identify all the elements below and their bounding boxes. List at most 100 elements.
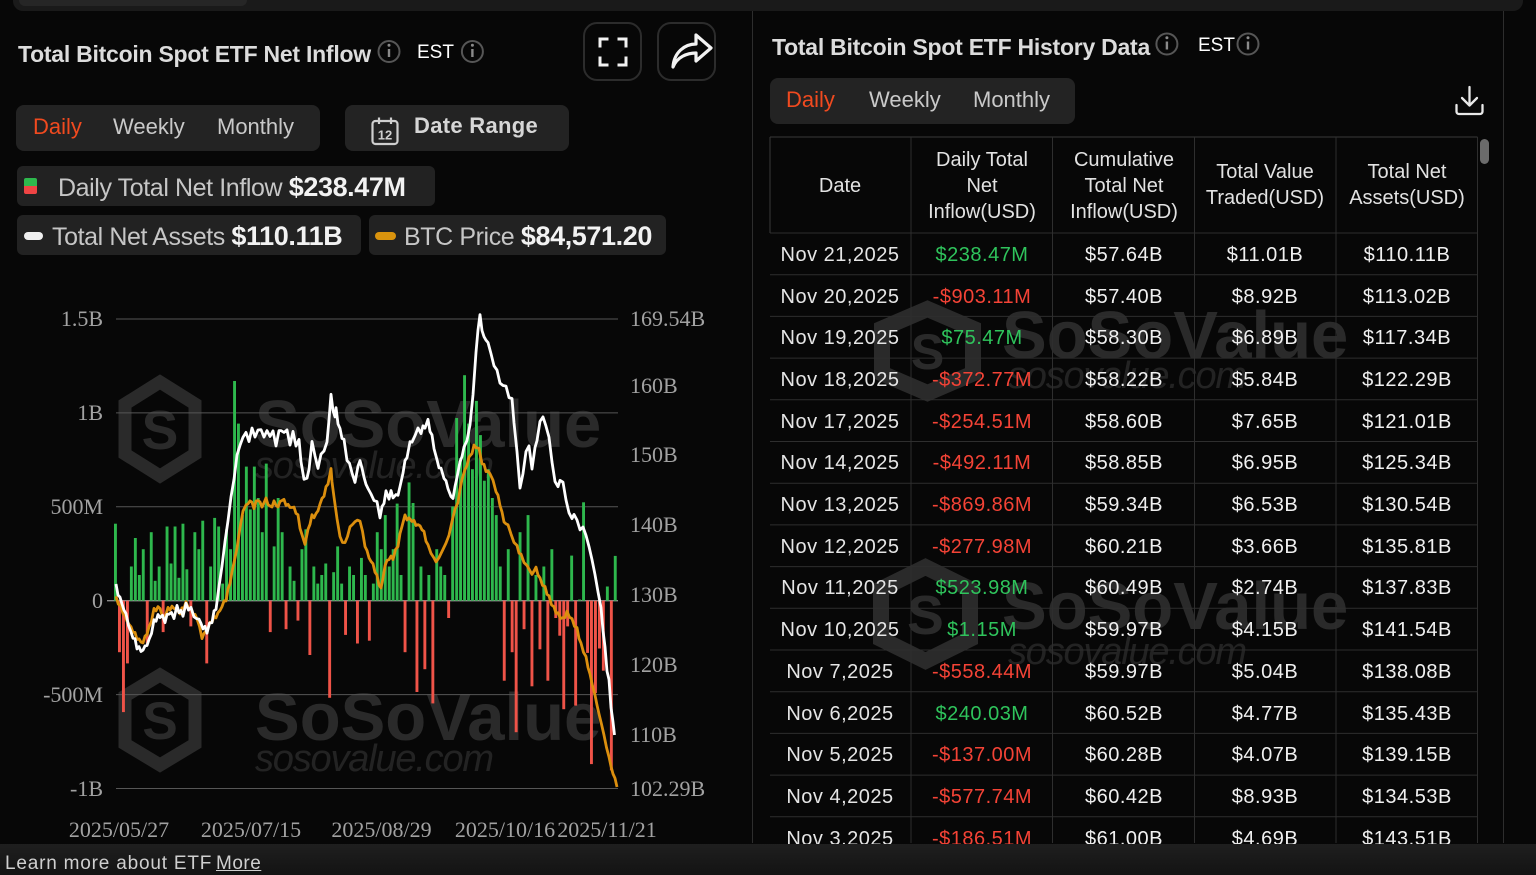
svg-text:$139.15B: $139.15B [1362,744,1452,766]
svg-text:$5.84B: $5.84B [1232,369,1298,391]
svg-text:Nov 18,2025: Nov 18,2025 [781,369,900,391]
svg-text:0: 0 [92,588,103,613]
svg-text:130B: 130B [630,582,678,607]
svg-text:$5.04B: $5.04B [1232,661,1298,683]
svg-text:$141.54B: $141.54B [1362,619,1452,641]
svg-text:Nov 7,2025: Nov 7,2025 [786,661,893,683]
svg-text:$8.93B: $8.93B [1232,786,1298,808]
svg-text:102.29B: 102.29B [630,776,705,801]
svg-text:-$903.11M: -$903.11M [933,286,1032,308]
svg-text:$2.74B: $2.74B [1232,577,1298,599]
svg-text:Inflow(USD): Inflow(USD) [1070,201,1178,223]
svg-text:Nov 19,2025: Nov 19,2025 [781,327,900,349]
svg-text:Nov 14,2025: Nov 14,2025 [781,452,900,474]
svg-text:Nov 12,2025: Nov 12,2025 [781,536,900,558]
svg-text:$75.47M: $75.47M [941,327,1022,349]
svg-text:$58.22B: $58.22B [1085,369,1163,391]
svg-text:$240.03M: $240.03M [936,703,1029,725]
svg-text:$57.64B: $57.64B [1085,244,1163,266]
svg-text:-500M: -500M [43,682,103,707]
svg-text:120B: 120B [630,652,678,677]
svg-text:2025/11/21: 2025/11/21 [557,817,656,842]
svg-text:160B: 160B [630,373,678,398]
svg-text:$117.34B: $117.34B [1363,327,1451,349]
svg-text:2025/05/27: 2025/05/27 [69,817,169,842]
svg-text:$3.66B: $3.66B [1232,536,1298,558]
svg-text:2025/07/15: 2025/07/15 [201,817,301,842]
svg-text:Nov 5,2025: Nov 5,2025 [786,744,893,766]
svg-text:150B: 150B [630,442,678,467]
svg-text:$57.40B: $57.40B [1085,286,1163,308]
svg-text:$59.97B: $59.97B [1085,661,1163,683]
svg-text:$130.54B: $130.54B [1362,494,1452,516]
svg-text:500M: 500M [50,494,103,519]
svg-text:Nov 10,2025: Nov 10,2025 [781,619,900,641]
svg-text:-1B: -1B [70,776,103,801]
svg-text:$135.43B: $135.43B [1362,703,1452,725]
svg-text:-$137.00M: -$137.00M [932,744,1032,766]
svg-text:$60.21B: $60.21B [1085,536,1163,558]
svg-text:1B: 1B [77,400,103,425]
svg-text:2025/10/16: 2025/10/16 [455,817,555,842]
svg-text:Net: Net [966,175,998,197]
svg-text:$122.29B: $122.29B [1362,369,1452,391]
svg-text:Nov 4,2025: Nov 4,2025 [786,786,893,808]
svg-text:S: S [142,399,179,461]
svg-text:-$492.11M: -$492.11M [933,452,1032,474]
svg-text:S: S [142,692,177,751]
svg-text:Total Value: Total Value [1216,161,1313,183]
svg-text:Nov 17,2025: Nov 17,2025 [781,411,900,433]
svg-text:Assets(USD): Assets(USD) [1349,187,1465,209]
svg-text:$7.65B: $7.65B [1232,411,1298,433]
svg-text:$523.98M: $523.98M [936,577,1029,599]
svg-text:$60.28B: $60.28B [1085,744,1163,766]
svg-text:Total Net: Total Net [1368,161,1447,183]
svg-text:$4.07B: $4.07B [1232,744,1298,766]
svg-text:Total Net: Total Net [1085,175,1164,197]
svg-text:Nov 13,2025: Nov 13,2025 [781,494,900,516]
svg-text:$113.02B: $113.02B [1363,286,1451,308]
svg-text:-$577.74M: -$577.74M [932,786,1032,808]
svg-text:Nov 6,2025: Nov 6,2025 [786,703,893,725]
svg-text:$134.53B: $134.53B [1362,786,1452,808]
svg-text:$59.97B: $59.97B [1085,619,1163,641]
svg-text:Inflow(USD): Inflow(USD) [928,201,1036,223]
svg-text:1.5B: 1.5B [61,306,103,331]
svg-text:$135.81B: $135.81B [1362,536,1452,558]
svg-text:$4.15B: $4.15B [1232,619,1298,641]
svg-text:Nov 11,2025: Nov 11,2025 [781,577,898,599]
svg-text:140B: 140B [630,512,678,537]
svg-text:$59.34B: $59.34B [1085,494,1163,516]
svg-text:-$869.86M: -$869.86M [932,494,1032,516]
svg-text:Nov 21,2025: Nov 21,2025 [781,244,900,266]
svg-text:$138.08B: $138.08B [1362,661,1452,683]
svg-text:Date: Date [819,175,861,197]
svg-text:12: 12 [378,128,392,143]
svg-text:$60.49B: $60.49B [1085,577,1163,599]
svg-text:-$372.77M: -$372.77M [932,369,1032,391]
svg-text:110B: 110B [630,722,677,747]
svg-text:$58.30B: $58.30B [1085,327,1163,349]
svg-text:2025/08/29: 2025/08/29 [331,817,431,842]
svg-text:-$277.98M: -$277.98M [932,536,1032,558]
svg-text:Traded(USD): Traded(USD) [1206,187,1324,209]
svg-text:$60.52B: $60.52B [1085,703,1163,725]
svg-text:-$558.44M: -$558.44M [932,661,1032,683]
svg-text:$8.92B: $8.92B [1232,286,1298,308]
svg-text:169.54B: 169.54B [630,306,705,331]
svg-text:$110.11B: $110.11B [1364,244,1451,266]
svg-text:$11.01B: $11.01B [1227,244,1304,266]
svg-text:$238.47M: $238.47M [936,244,1029,266]
svg-text:$58.85B: $58.85B [1085,452,1163,474]
svg-text:-$254.51M: -$254.51M [932,411,1032,433]
svg-text:$125.34B: $125.34B [1362,452,1452,474]
svg-text:$6.89B: $6.89B [1232,327,1298,349]
svg-text:$4.77B: $4.77B [1232,703,1298,725]
svg-text:$1.15M: $1.15M [947,619,1017,641]
svg-text:$6.53B: $6.53B [1232,494,1298,516]
svg-text:$137.83B: $137.83B [1362,577,1452,599]
svg-text:sosovalue.com: sosovalue.com [255,738,493,780]
svg-text:Nov 20,2025: Nov 20,2025 [781,286,900,308]
svg-text:$60.42B: $60.42B [1085,786,1163,808]
svg-text:$58.60B: $58.60B [1085,411,1163,433]
